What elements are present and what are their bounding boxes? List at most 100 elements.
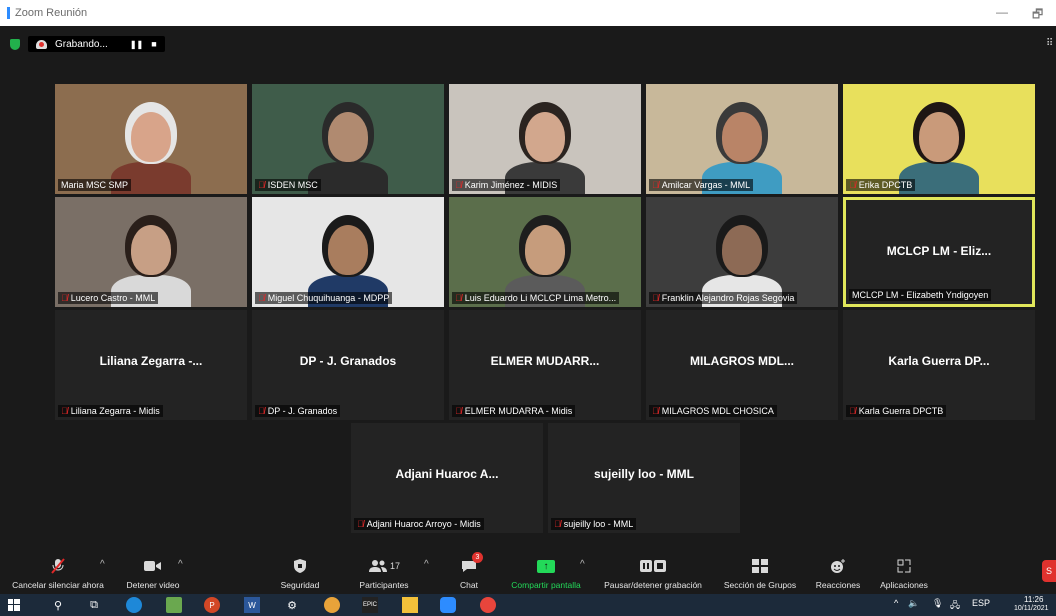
participant-tile[interactable]: ELMER MUDARR... 🎙̸ ELMER MUDARRA - Midis: [449, 310, 641, 420]
share-screen-label: Compartir pantalla: [511, 580, 581, 590]
minimize-button[interactable]: —: [996, 5, 1008, 19]
participant-tile[interactable]: MCLCP LM - Eliz... MCLCP LM - Elizabeth Y…: [843, 197, 1035, 307]
participant-display-name: Adjani Huaroc A...: [395, 467, 499, 481]
participant-display-name: sujeilly loo - MML: [593, 467, 694, 481]
participant-tile[interactable]: 🎙̸ Franklin Alejandro Rojas Segovia: [646, 197, 838, 307]
participant-tile[interactable]: MILAGROS MDL... 🎙̸ MILAGROS MDL CHOSICA: [646, 310, 838, 420]
participants-chevron-icon[interactable]: ^: [424, 559, 429, 570]
settings-gear-icon[interactable]: ⚙: [284, 597, 300, 613]
clock-date[interactable]: 10/11/2021: [1014, 605, 1049, 612]
participant-tile[interactable]: Maria MSC SMP: [55, 84, 247, 194]
gallery-view-grid-icon[interactable]: ⠿: [1046, 38, 1053, 49]
participant-video: [449, 84, 641, 194]
mic-muted-icon: 🎙̸: [455, 406, 462, 416]
participant-tile[interactable]: 🎙̸ Amilcar Vargas - MML: [646, 84, 838, 194]
search-icon[interactable]: ⚲: [50, 597, 66, 613]
audio-options-chevron-icon[interactable]: ^: [100, 559, 105, 570]
participant-display-name: ELMER MUDARR...: [490, 354, 600, 368]
participant-tile[interactable]: Liliana Zegarra -... 🎙̸ Liliana Zegarra - …: [55, 310, 247, 420]
participant-display-name: MILAGROS MDL...: [690, 354, 794, 368]
network-icon[interactable]: 🖧: [950, 598, 960, 614]
breakout-rooms-button[interactable]: Sección de Grupos: [718, 550, 802, 594]
file-explorer-icon[interactable]: [402, 597, 418, 613]
app-icon[interactable]: [324, 597, 340, 613]
stop-recording-button[interactable]: ■: [151, 39, 156, 49]
window-titlebar: Zoom Reunión — 🗗: [0, 0, 1056, 26]
language-indicator[interactable]: ESP: [972, 598, 990, 608]
windows-start-icon[interactable]: [6, 597, 22, 613]
edge-browser-icon[interactable]: [126, 597, 142, 613]
participant-name-label: 🎙̸ Miguel Chuquihuanga - MDPP: [255, 292, 393, 304]
participant-name-label: 🎙̸ Lucero Castro - MML: [58, 292, 159, 304]
share-screen-button[interactable]: ↑ Compartir pantalla: [504, 550, 588, 594]
calculator-icon[interactable]: [166, 597, 182, 613]
pause-stop-recording-button[interactable]: Pausar/detener grabación: [596, 550, 710, 594]
participant-tile[interactable]: 🎙̸ Luis Eduardo Li MCLCP Lima Metro...: [449, 197, 641, 307]
participant-name: sujeilly loo - MML: [563, 519, 634, 529]
participants-button[interactable]: 17 Participantes: [352, 550, 416, 594]
participant-name-label: 🎙̸ ISDEN MSC: [255, 179, 321, 191]
participant-name: MCLCP LM - Elizabeth Yndigoyen: [852, 290, 989, 300]
mic-muted-icon: 🎙̸: [357, 519, 364, 529]
share-options-chevron-icon[interactable]: ^: [580, 559, 585, 570]
chat-unread-badge: 3: [472, 552, 483, 563]
recording-indicator: Grabando... ❚❚ ■: [28, 36, 165, 52]
mic-muted-icon: 🎙̸: [455, 293, 462, 303]
reactions-button[interactable]: Reacciones: [812, 550, 864, 594]
unmute-label: Cancelar silenciar ahora: [12, 580, 104, 590]
participant-tile[interactable]: 🎙̸ ISDEN MSC: [252, 84, 444, 194]
participant-name-label: 🎙̸ Adjani Huaroc Arroyo - Midis: [354, 518, 484, 530]
participant-name: Amilcar Vargas - MML: [661, 180, 751, 190]
participant-name-label: 🎙̸ Karla Guerra DPCTB: [846, 405, 947, 417]
participant-tile[interactable]: 🎙̸ Lucero Castro - MML: [55, 197, 247, 307]
participant-name: Erika DPCTB: [858, 180, 913, 190]
participant-video: [55, 84, 247, 194]
participant-tile[interactable]: 🎙̸ Erika DPCTB: [843, 84, 1035, 194]
participant-tile[interactable]: Adjani Huaroc A... 🎙̸ Adjani Huaroc Arroyo…: [351, 423, 543, 533]
breakout-rooms-icon: [752, 557, 768, 575]
participants-icon: 17: [368, 557, 400, 575]
zoom-taskbar-icon[interactable]: [440, 597, 456, 613]
participant-name-label: Maria MSC SMP: [58, 179, 132, 191]
mic-muted-icon: 🎙̸: [258, 406, 265, 416]
restore-button[interactable]: 🗗: [1032, 5, 1043, 26]
participant-video: [843, 84, 1035, 194]
task-view-icon[interactable]: ⧉: [86, 597, 102, 613]
microphone-tray-icon[interactable]: 🎙: [932, 598, 943, 609]
unmute-button[interactable]: Cancelar silenciar ahora: [6, 550, 110, 594]
security-button[interactable]: Seguridad: [272, 550, 328, 594]
participant-tile[interactable]: 🎙̸ Karim Jiménez - MIDIS: [449, 84, 641, 194]
participant-name: MILAGROS MDL CHOSICA: [661, 406, 774, 416]
clock-time[interactable]: 11:26: [1024, 595, 1043, 604]
security-label: Seguridad: [280, 580, 320, 590]
chat-label: Chat: [460, 580, 478, 590]
recording-bar: Grabando... ❚❚ ■: [10, 36, 165, 52]
epic-games-icon[interactable]: EPIC: [362, 597, 378, 613]
participant-video: [252, 84, 444, 194]
chrome-icon[interactable]: [480, 597, 496, 613]
participant-name: Maria MSC SMP: [61, 180, 129, 190]
volume-icon[interactable]: 🔈: [908, 598, 919, 609]
participants-count: 17: [389, 561, 400, 571]
participant-tile[interactable]: sujeilly loo - MML 🎙̸ sujeilly loo - MML: [548, 423, 740, 533]
powerpoint-icon[interactable]: P: [204, 597, 220, 613]
video-options-chevron-icon[interactable]: ^: [178, 559, 183, 570]
mic-muted-icon: 🎙̸: [652, 180, 659, 190]
participant-display-name: DP - J. Granados: [299, 354, 397, 368]
participant-name-label: 🎙̸ Luis Eduardo Li MCLCP Lima Metro...: [452, 292, 620, 304]
apps-button[interactable]: Aplicaciones: [872, 550, 936, 594]
participant-tile[interactable]: 🎙̸ Miguel Chuquihuanga - MDPP: [252, 197, 444, 307]
participant-tile[interactable]: DP - J. Granados 🎙̸ DP - J. Granados: [252, 310, 444, 420]
encryption-shield-icon[interactable]: [10, 38, 20, 50]
participant-tile[interactable]: Karla Guerra DP... 🎙̸ Karla Guerra DPCTB: [843, 310, 1035, 420]
tray-chevron-icon[interactable]: ^: [894, 598, 898, 608]
pause-recording-button[interactable]: ❚❚: [130, 40, 143, 49]
participant-name-label: 🎙̸ Erika DPCTB: [846, 179, 916, 191]
stop-video-label: Detener video: [126, 580, 180, 590]
video-camera-icon: [144, 557, 162, 575]
stop-video-button[interactable]: Detener video: [118, 550, 188, 594]
end-meeting-button[interactable]: S: [1042, 560, 1056, 582]
participant-name-label: MCLCP LM - Elizabeth Yndigoyen: [849, 289, 992, 301]
mic-muted-icon: 🎙̸: [61, 293, 68, 303]
word-icon[interactable]: W: [244, 597, 260, 613]
